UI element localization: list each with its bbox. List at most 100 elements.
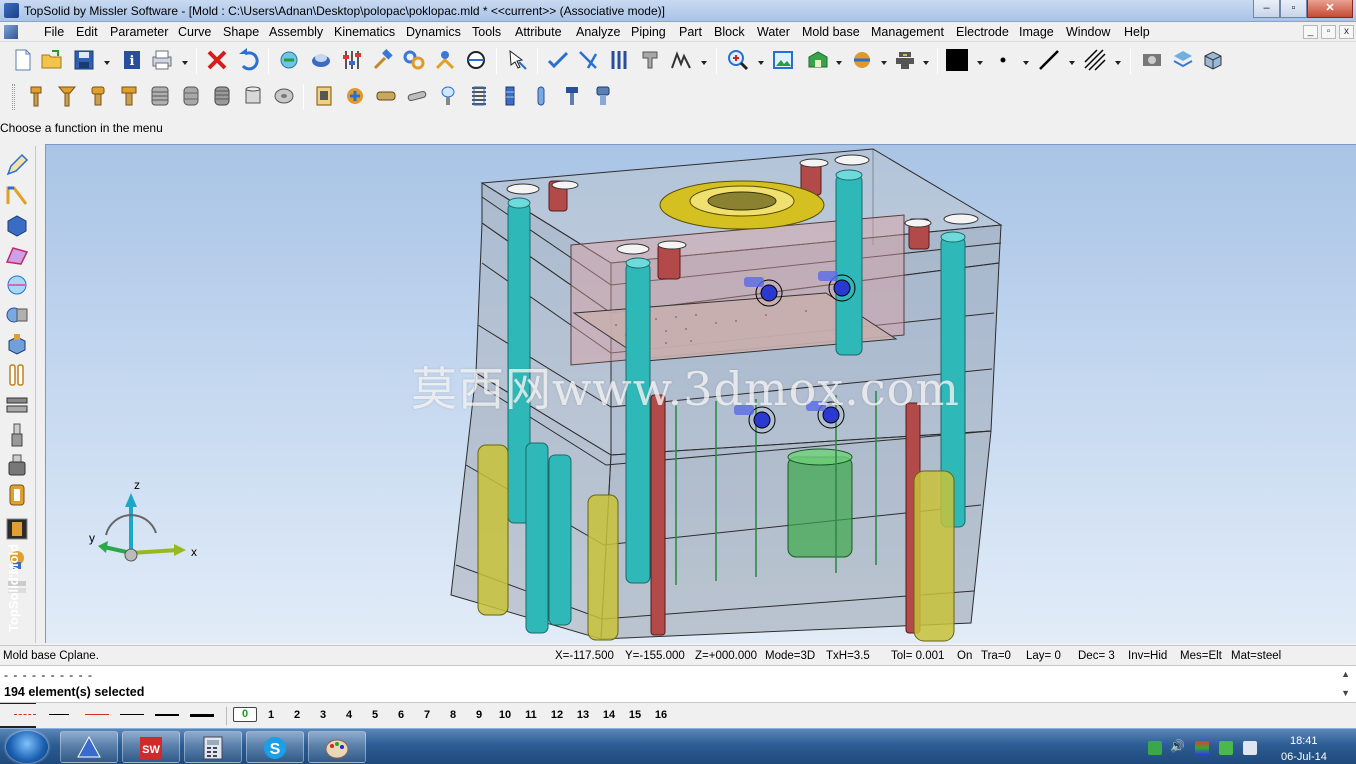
- menu-electrode[interactable]: Electrode: [956, 25, 1009, 39]
- cooling-plug-icon[interactable]: [498, 84, 522, 108]
- open-folder-icon[interactable]: [40, 48, 64, 72]
- menu-water[interactable]: Water: [757, 25, 790, 39]
- taskbar-paint[interactable]: [308, 731, 366, 763]
- screw-icon[interactable]: [24, 84, 48, 108]
- action-center-tray-icon[interactable]: [1243, 741, 1257, 755]
- curve-check-icon[interactable]: [546, 48, 570, 72]
- mold-plate-icon[interactable]: [4, 392, 30, 418]
- network-tray-icon[interactable]: [1219, 741, 1233, 755]
- status-txh[interactable]: TxH=3.5: [826, 650, 870, 662]
- layer-2[interactable]: 2: [288, 709, 306, 721]
- layer-6[interactable]: 6: [392, 709, 410, 721]
- ejector-icon[interactable]: [374, 84, 398, 108]
- clock-time[interactable]: 18:41: [1290, 735, 1318, 747]
- refresh-icon[interactable]: [277, 48, 301, 72]
- message-area[interactable]: - - - - - - - - - - 194 element(s) selec…: [0, 665, 1356, 703]
- catalog-icon[interactable]: [312, 84, 336, 108]
- menu-curve[interactable]: Curve: [178, 25, 211, 39]
- puller-icon[interactable]: [560, 84, 584, 108]
- display-mode-icon[interactable]: [893, 48, 917, 72]
- sketch-tools-icon[interactable]: [669, 48, 693, 72]
- zoom-icon[interactable]: [726, 48, 750, 72]
- 3d-viewport[interactable]: z y x 莫西网www.3dmox.com: [45, 144, 1356, 643]
- menu-attribute[interactable]: Attribute: [515, 25, 562, 39]
- line-style-thin[interactable]: [49, 714, 69, 715]
- layer-11[interactable]: 11: [522, 709, 540, 721]
- curve-cross-icon[interactable]: [576, 48, 600, 72]
- hammer-icon[interactable]: [371, 48, 395, 72]
- status-dec[interactable]: Dec= 3: [1078, 650, 1115, 662]
- layer-1[interactable]: 1: [262, 709, 280, 721]
- spring-icon[interactable]: [467, 84, 491, 108]
- assembly-tool-icon[interactable]: [4, 302, 30, 328]
- color-dropdown-arrow[interactable]: [977, 61, 983, 65]
- zoom-dropdown-arrow[interactable]: [758, 61, 764, 65]
- guide-pillar-icon[interactable]: [4, 422, 30, 448]
- security-tray-icon[interactable]: [1148, 741, 1162, 755]
- visual-properties-icon[interactable]: [1140, 48, 1164, 72]
- menu-assembly[interactable]: Assembly: [269, 25, 323, 39]
- bushing-icon[interactable]: [179, 84, 203, 108]
- status-mes[interactable]: Mes=Elt: [1180, 650, 1222, 662]
- toolbar-grip[interactable]: [12, 84, 15, 110]
- point-style-icon[interactable]: [991, 48, 1015, 72]
- status-mode[interactable]: Mode=3D: [765, 650, 815, 662]
- undo-icon[interactable]: [237, 48, 261, 72]
- countersunk-screw-icon[interactable]: [55, 84, 79, 108]
- shoulder-screw-icon[interactable]: [117, 84, 141, 108]
- maximize-button[interactable]: ▫: [1280, 0, 1307, 18]
- layer-8[interactable]: 8: [444, 709, 462, 721]
- plug-icon[interactable]: [591, 84, 615, 108]
- print-dropdown-arrow[interactable]: [182, 61, 188, 65]
- taskbar-skype[interactable]: S: [246, 731, 304, 763]
- menu-management[interactable]: Management: [871, 25, 944, 39]
- status-lay[interactable]: Lay= 0: [1026, 650, 1061, 662]
- display-dropdown-arrow[interactable]: [923, 61, 929, 65]
- taskbar-calculator[interactable]: [184, 731, 242, 763]
- status-mat[interactable]: Mat=steel: [1231, 650, 1281, 662]
- links-icon[interactable]: [402, 48, 426, 72]
- layers-icon[interactable]: [1171, 48, 1195, 72]
- threaded-insert-icon[interactable]: [148, 84, 172, 108]
- sketch-pencil-icon[interactable]: [4, 152, 30, 178]
- dowel-icon[interactable]: [529, 84, 553, 108]
- menu-analyze[interactable]: Analyze: [576, 25, 620, 39]
- layer-0[interactable]: 0: [233, 707, 257, 722]
- status-tol[interactable]: Tol= 0.001: [891, 650, 944, 662]
- parameters-sliders-icon[interactable]: [340, 48, 364, 72]
- delete-icon[interactable]: [205, 48, 229, 72]
- menu-help[interactable]: Help: [1124, 25, 1150, 39]
- save-dropdown-arrow[interactable]: [104, 61, 110, 65]
- layer-12[interactable]: 12: [548, 709, 566, 721]
- taskbar-topsolid[interactable]: [60, 731, 118, 763]
- menu-kinematics[interactable]: Kinematics: [334, 25, 395, 39]
- menu-piping[interactable]: Piping: [631, 25, 666, 39]
- menu-block[interactable]: Block: [714, 25, 745, 39]
- layer-13[interactable]: 13: [574, 709, 592, 721]
- menu-mold-base[interactable]: Mold base: [802, 25, 860, 39]
- line-style-medium[interactable]: [155, 714, 179, 716]
- menu-file[interactable]: File: [44, 25, 64, 39]
- line-style-normal[interactable]: [120, 714, 144, 715]
- menu-dynamics[interactable]: Dynamics: [406, 25, 461, 39]
- layer-15[interactable]: 15: [626, 709, 644, 721]
- washer-icon[interactable]: [272, 84, 296, 108]
- cylinder-icon[interactable]: [241, 84, 265, 108]
- info-icon[interactable]: i: [120, 48, 144, 72]
- mold-wizard-icon[interactable]: [4, 516, 30, 542]
- scroll-up-icon[interactable]: ▲: [1341, 669, 1350, 679]
- layer-16[interactable]: 16: [652, 709, 670, 721]
- clamp-icon[interactable]: [638, 48, 662, 72]
- line-style-thin-red[interactable]: [85, 714, 109, 715]
- point-style-dropdown-arrow[interactable]: [1023, 61, 1029, 65]
- print-icon[interactable]: [150, 48, 174, 72]
- measure-icon[interactable]: [464, 48, 488, 72]
- hatch-style-icon[interactable]: [1083, 48, 1107, 72]
- rendering-dropdown-arrow[interactable]: [881, 61, 887, 65]
- menu-shape[interactable]: Shape: [223, 25, 259, 39]
- support-pillar-icon[interactable]: [4, 452, 30, 478]
- display-tray-icon[interactable]: [1195, 741, 1209, 755]
- zoom-all-icon[interactable]: [771, 48, 795, 72]
- mdi-restore-button[interactable]: ▫: [1321, 25, 1336, 39]
- document-icon[interactable]: [4, 25, 18, 39]
